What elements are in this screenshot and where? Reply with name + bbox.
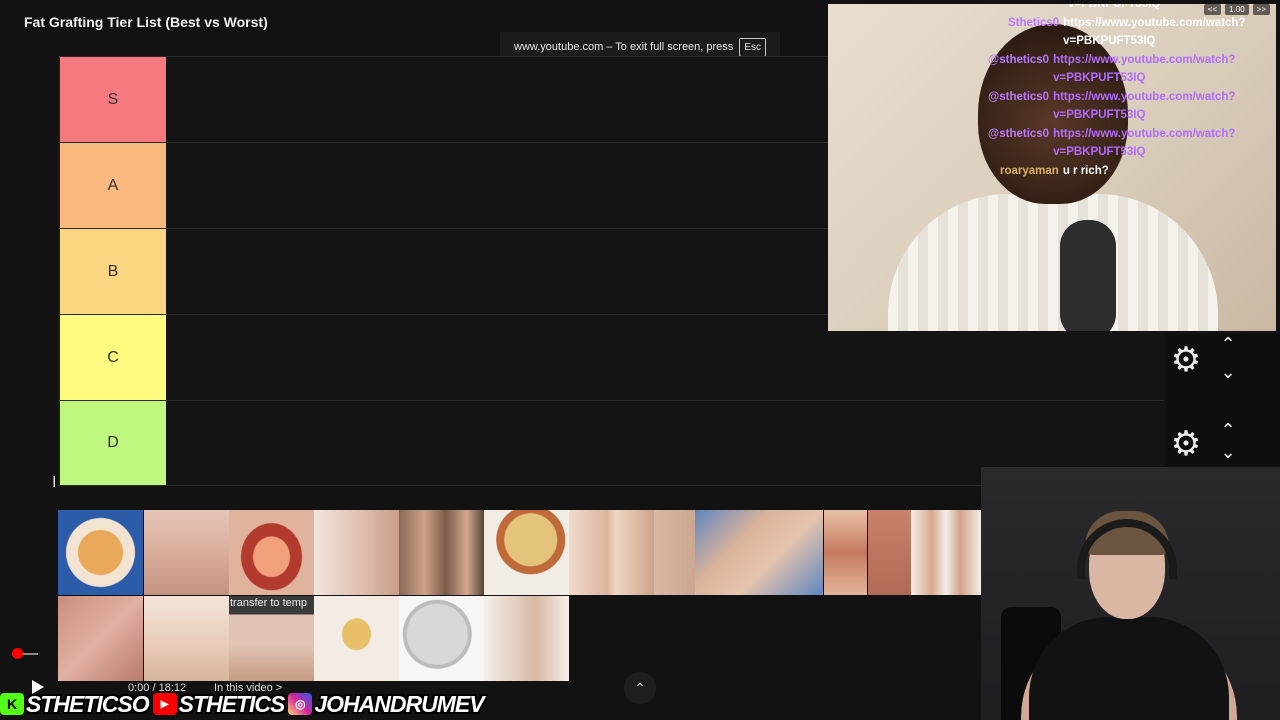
streamer-sweater: [888, 194, 1218, 331]
chat-feed: v=PBKPUFT53IQ Sthetics0 https://www.yout…: [988, 4, 1276, 180]
chevron-down-icon[interactable]: ⌄: [1216, 442, 1240, 463]
chevron-up-icon[interactable]: ⌃: [1216, 334, 1240, 355]
tier-item-neck-profile[interactable]: [314, 510, 399, 595]
tier-item-breast-diagram[interactable]: [58, 510, 143, 595]
chat-username: roaryaman: [1000, 164, 1059, 177]
esc-key: Esc: [739, 37, 766, 57]
chat-message-text: https://www.youtube.com/watch?v=PBKPUFT5…: [1053, 90, 1236, 122]
chat-message: Sthetics0 https://www.youtube.com/watch?…: [988, 14, 1276, 51]
chevron-up-icon: ⌃: [634, 679, 646, 696]
chat-message: @sthetics0 https://www.youtube.com/watch…: [988, 88, 1276, 125]
tier-item-cheek-before-after[interactable]: [569, 510, 654, 595]
tier-label-b[interactable]: B: [58, 229, 166, 314]
streamer-overlay: << 1.00 >> v=PBKPUFT53IQ Sthetics0 https…: [828, 4, 1276, 331]
gear-icon[interactable]: ⚙: [1166, 424, 1206, 464]
tier-item-mouth-procedure[interactable]: [229, 510, 314, 595]
chat-username: @sthetics0: [988, 90, 1050, 103]
tier-label-c[interactable]: C: [58, 315, 166, 400]
side-control-2: ⚙ ⌃ ⌄: [1166, 420, 1280, 466]
tier-item-hands[interactable]: [695, 510, 823, 595]
temple-transfer-caption: transfer to temp: [230, 597, 308, 609]
page-title: Fat Grafting Tier List (Best vs Worst): [24, 14, 268, 30]
chat-message: @sthetics0 https://www.youtube.com/watch…: [988, 125, 1276, 162]
microphone-icon: [1060, 220, 1116, 331]
progress-bar[interactable]: [22, 653, 38, 655]
chat-message: roaryaman u r rich?: [988, 162, 1276, 181]
chevron-up-icon[interactable]: ⌃: [1216, 420, 1240, 441]
progress-scrubber[interactable]: [12, 648, 23, 659]
chat-message: @sthetics0 https://www.youtube.com/watch…: [988, 51, 1276, 88]
tier-label-s[interactable]: S: [58, 57, 166, 142]
tier-item-skin-arrows[interactable]: [868, 510, 911, 595]
kick-logo-icon: K: [0, 693, 24, 715]
chat-message-text: https://www.youtube.com/watch?v=PBKPUFT5…: [1053, 53, 1236, 85]
side-control-1: ⚙ ⌃ ⌄: [1166, 334, 1280, 420]
chevron-down-icon[interactable]: ⌄: [1216, 362, 1240, 383]
tier-item-abdomen-marking[interactable]: [144, 510, 229, 595]
youtube-logo-icon: ▶: [152, 693, 177, 715]
youtube-handle: STHETICS: [178, 690, 286, 717]
tier-item-face-comparison[interactable]: [399, 510, 484, 595]
tier-item-fat-cell[interactable]: [484, 510, 569, 595]
chat-message-text: u r rich?: [1062, 164, 1109, 177]
chat-username: @sthetics0: [988, 127, 1050, 140]
chat-message-text: v=PBKPUFT53IQ: [1068, 4, 1161, 10]
chat-username: Sthetics0: [1008, 16, 1060, 29]
chat-message: v=PBKPUFT53IQ: [988, 4, 1276, 14]
fullscreen-toast-text: www.youtube.com – To exit full screen, p…: [514, 41, 734, 53]
instagram-logo-icon: ◎: [288, 693, 313, 715]
scroll-up-button[interactable]: ⌃: [624, 672, 656, 704]
gear-icon[interactable]: ⚙: [1166, 340, 1206, 380]
text-cursor-icon: I: [52, 474, 57, 491]
chat-message-text: https://www.youtube.com/watch?v=PBKPUFT5…: [1053, 127, 1236, 159]
tier-label-d[interactable]: D: [58, 401, 166, 485]
chat-message-text: https://www.youtube.com/watch?v=PBKPUFT5…: [1063, 16, 1246, 48]
tier-item-lips[interactable]: [824, 510, 867, 595]
tier-label-a[interactable]: A: [58, 143, 166, 228]
instagram-handle: JOHANDRUMEV: [314, 690, 484, 717]
social-handles-banner: K STHETICSO ▶ STHETICS ◎ JOHANDRUMEV: [0, 688, 486, 720]
facecam: [981, 467, 1280, 720]
chat-username: @sthetics0: [988, 53, 1050, 66]
tier-item-legs[interactable]: [911, 510, 981, 595]
kick-handle: STHETICSO: [26, 690, 150, 717]
